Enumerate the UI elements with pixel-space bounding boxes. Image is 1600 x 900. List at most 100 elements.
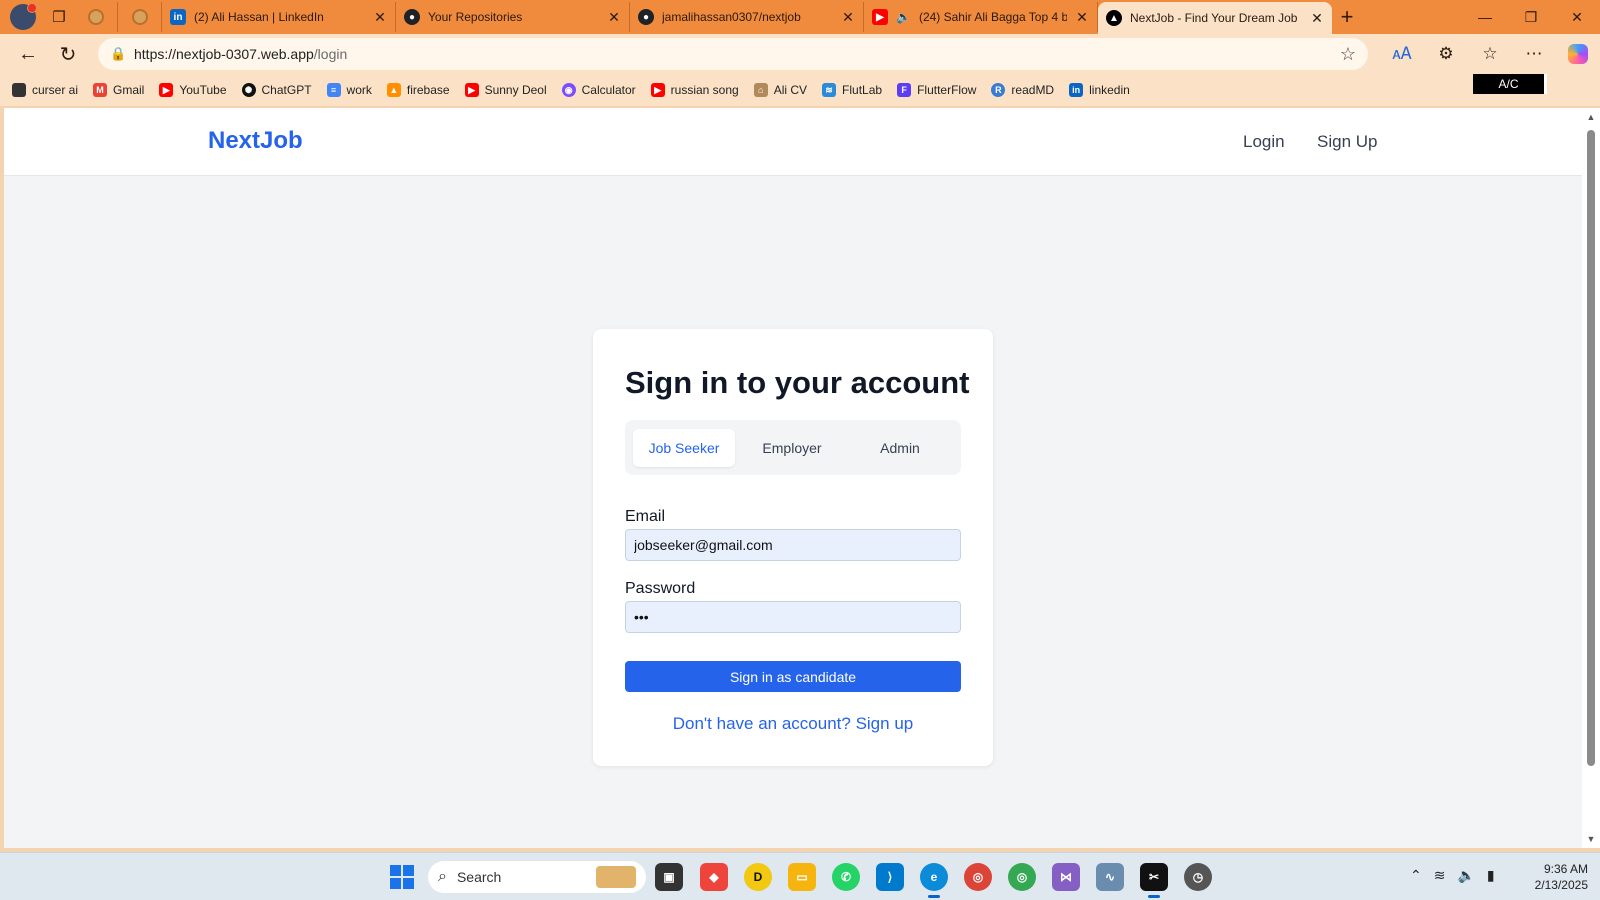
vscode-icon[interactable]: ⟩ xyxy=(876,863,904,891)
close-window-icon[interactable]: ✕ xyxy=(1554,0,1600,34)
youtube-icon: ▶ xyxy=(872,9,888,25)
new-tab-icon[interactable]: + xyxy=(1332,4,1362,30)
email-field[interactable] xyxy=(625,529,961,561)
clock-app-icon[interactable]: ◷ xyxy=(1184,863,1212,891)
role-tabs: Job Seeker Employer Admin xyxy=(625,420,961,475)
bookmark-label: work xyxy=(346,83,372,97)
windows-start-icon[interactable] xyxy=(390,865,414,889)
bookmark-chatgpt[interactable]: ✺ ChatGPT xyxy=(241,83,312,97)
nav-login-link[interactable]: Login xyxy=(1243,132,1285,152)
close-tab-icon[interactable]: ✕ xyxy=(1310,10,1324,27)
search-placeholder: Search xyxy=(456,869,502,885)
site-info-icon[interactable]: 🔒 xyxy=(110,46,134,62)
tab-job-seeker[interactable]: Job Seeker xyxy=(633,428,735,467)
capcut-icon[interactable]: ✂ xyxy=(1140,863,1168,898)
volume-icon[interactable]: 🔈 xyxy=(1457,867,1474,884)
close-tab-icon[interactable]: ✕ xyxy=(607,9,621,26)
nav-signup-link[interactable]: Sign Up xyxy=(1317,132,1377,152)
bookmark-flutterflow[interactable]: F FlutterFlow xyxy=(897,83,976,97)
bookmark-label: curser ai xyxy=(32,83,79,97)
favorites-icon[interactable]: ☆ xyxy=(1468,37,1512,71)
bookmark-russian-song[interactable]: ▶ russian song xyxy=(650,83,739,97)
bookmark-curser-ai[interactable]: curser ai xyxy=(12,83,78,97)
tab-title: Your Repositories xyxy=(428,10,523,24)
tab-title: (2) Ali Hassan | LinkedIn xyxy=(194,10,324,24)
clock-date: 2/13/2025 xyxy=(1534,878,1588,892)
bookmark-label: YouTube xyxy=(179,83,227,97)
clock-time: 9:36 AM xyxy=(1543,862,1588,876)
bookmark-calculator[interactable]: ◉ Calculator xyxy=(561,83,636,97)
tab-repositories[interactable]: ● Your Repositories ✕ xyxy=(396,2,630,32)
page-viewport: NextJob Login Sign Up Sign in to your ac… xyxy=(4,108,1582,848)
taskbar-search[interactable]: ⌕ Search xyxy=(428,861,646,893)
anydesk-icon[interactable]: ◆ xyxy=(700,863,728,891)
pinned-tab-1[interactable] xyxy=(74,2,118,32)
bookmark-work[interactable]: ≡ work xyxy=(326,83,372,97)
tab-nextjob[interactable]: ▲ NextJob - Find Your Dream Job ✕ xyxy=(1098,2,1332,34)
bookmark-label: FlutLab xyxy=(842,83,883,97)
windows-taskbar: ⌕ Search ▣ ◆ D ▭ ✆ ⟩ e ◎ ◎ ⋈ ∿ ✂ ◷ ⌃ ≋ 🔈… xyxy=(0,852,1600,900)
bookmark-label: ChatGPT xyxy=(261,83,312,97)
close-tab-icon[interactable]: ✕ xyxy=(841,9,855,26)
tab-youtube[interactable]: ▶ 🔈 (24) Sahir Ali Bagga Top 4 be ✕ xyxy=(864,2,1098,32)
tab-employer[interactable]: Employer xyxy=(741,429,843,467)
bookmark-flutlab[interactable]: ≋ FlutLab xyxy=(822,83,882,97)
tab-admin[interactable]: Admin xyxy=(849,429,951,467)
close-tab-icon[interactable]: ✕ xyxy=(1075,9,1089,26)
restore-icon[interactable]: ❐ xyxy=(1508,0,1554,34)
app-icon[interactable]: D xyxy=(744,863,772,891)
signup-link[interactable]: Don't have an account? Sign up xyxy=(593,714,993,734)
firebase-icon: ▲ xyxy=(386,83,401,97)
chevron-up-icon[interactable]: ⌃ xyxy=(1410,867,1422,884)
wifi-icon[interactable]: ≋ xyxy=(1434,867,1446,884)
bookmark-ali-cv[interactable]: ⌂ Ali CV xyxy=(753,83,807,97)
edge-icon[interactable]: e xyxy=(920,863,948,898)
login-title: Sign in to your account xyxy=(625,365,970,400)
copilot-icon[interactable] xyxy=(1556,37,1600,71)
translate-icon[interactable]: 🗚 xyxy=(1380,37,1424,71)
visual-studio-icon[interactable]: ⋈ xyxy=(1052,863,1080,891)
bookmark-linkedin[interactable]: in linkedin xyxy=(1069,83,1130,97)
tab-title: jamalihassan0307/nextjob xyxy=(662,10,801,24)
more-menu-icon[interactable]: ⋯ xyxy=(1512,37,1556,71)
scroll-up-icon[interactable]: ▲ xyxy=(1586,112,1596,122)
bookmark-sunny-deol[interactable]: ▶ Sunny Deol xyxy=(464,83,547,97)
login-card: Sign in to your account Job Seeker Emplo… xyxy=(593,329,993,766)
tab-github-nextjob[interactable]: ● jamalihassan0307/nextjob ✕ xyxy=(630,2,864,32)
tab-linkedin[interactable]: in (2) Ali Hassan | LinkedIn ✕ xyxy=(162,2,396,32)
favorite-star-icon[interactable]: ☆ xyxy=(1340,44,1356,65)
calculator-icon: ◉ xyxy=(561,83,576,97)
page-scrollbar[interactable]: ▲ ▼ xyxy=(1582,108,1600,848)
chrome-profile-icon[interactable]: ◎ xyxy=(1008,863,1036,891)
password-field[interactable] xyxy=(625,601,961,633)
sign-in-button[interactable]: Sign in as candidate xyxy=(625,661,961,692)
taskbar-clock[interactable]: 9:36 AM 2/13/2025 xyxy=(1526,861,1588,893)
whatsapp-icon[interactable]: ✆ xyxy=(832,863,860,891)
pinned-tab-2[interactable] xyxy=(118,2,162,32)
close-tab-icon[interactable]: ✕ xyxy=(373,9,387,26)
brand-logo[interactable]: NextJob xyxy=(208,127,303,155)
reload-icon[interactable]: ↻ xyxy=(48,37,88,71)
extensions-icon[interactable]: ⚙ xyxy=(1424,37,1468,71)
address-bar[interactable]: 🔒 https://nextjob-0307.web.app/login ☆ xyxy=(98,38,1368,70)
battery-icon[interactable]: ▮ xyxy=(1487,867,1495,884)
scrollbar-thumb[interactable] xyxy=(1587,130,1595,766)
bookmark-readmd[interactable]: RreadMD xyxy=(991,83,1054,97)
url-host: https://nextjob-0307.web.app xyxy=(134,46,314,62)
scroll-down-icon[interactable]: ▼ xyxy=(1586,834,1596,844)
chrome-icon[interactable]: ◎ xyxy=(964,863,992,891)
back-icon[interactable]: ← xyxy=(8,37,48,71)
minimize-icon[interactable]: — xyxy=(1462,0,1508,34)
bookmark-youtube[interactable]: ▶ YouTube xyxy=(159,83,227,97)
house-icon: ⌂ xyxy=(753,83,768,97)
task-view-icon[interactable]: ▣ xyxy=(655,863,683,891)
speaker-icon[interactable]: 🔈 xyxy=(896,10,911,24)
workspaces-icon[interactable]: ❐ xyxy=(44,2,74,32)
profile-avatar[interactable] xyxy=(10,3,37,30)
file-explorer-icon[interactable]: ▭ xyxy=(788,863,816,891)
performance-monitor-icon[interactable]: ∿ xyxy=(1096,863,1124,891)
bookmark-label: russian song xyxy=(670,83,739,97)
bookmark-gmail[interactable]: M Gmail xyxy=(93,83,144,97)
bookmark-firebase[interactable]: ▲ firebase xyxy=(386,83,450,97)
github-icon: ● xyxy=(638,9,654,25)
